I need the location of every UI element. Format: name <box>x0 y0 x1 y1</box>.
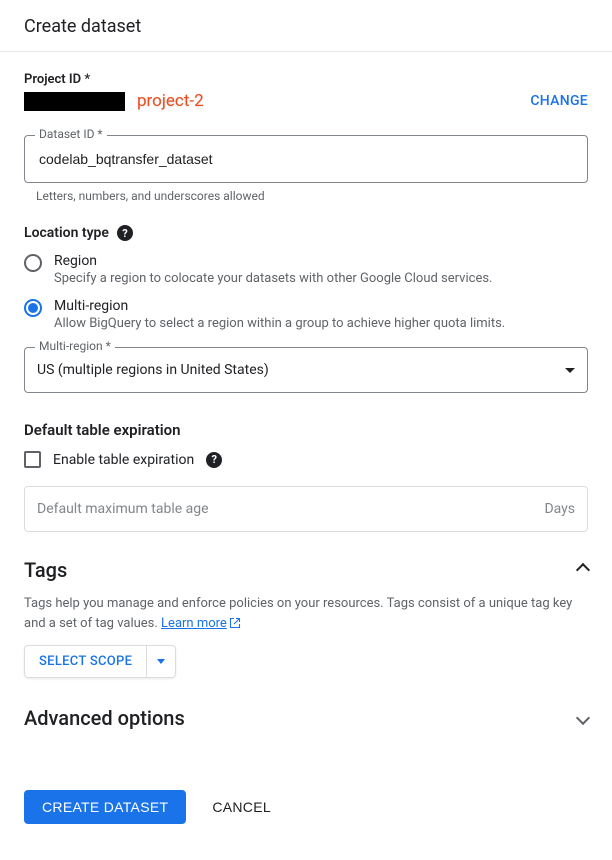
advanced-title: Advanced options <box>24 706 185 730</box>
dataset-id-field[interactable]: Dataset ID * <box>24 135 588 183</box>
enable-expiration-checkbox[interactable] <box>24 451 41 468</box>
expiration-heading: Default table expiration <box>24 421 588 439</box>
multi-region-radio-row[interactable]: Multi-region Allow BigQuery to select a … <box>24 298 588 331</box>
max-table-age-unit: Days <box>544 501 575 517</box>
dialog-title: Create dataset <box>24 16 141 37</box>
region-radio[interactable] <box>24 254 42 272</box>
tags-section-header[interactable]: Tags <box>24 558 588 582</box>
dataset-id-legend: Dataset ID * <box>35 127 107 141</box>
region-radio-text: Region Specify a region to colocate your… <box>54 253 492 286</box>
select-scope-dropdown[interactable] <box>146 646 175 677</box>
region-radio-row[interactable]: Region Specify a region to colocate your… <box>24 253 588 286</box>
external-link-icon <box>229 617 241 629</box>
multi-region-legend: Multi-region * <box>35 339 115 353</box>
help-icon[interactable]: ? <box>117 225 133 241</box>
chevron-down-icon <box>576 711 590 725</box>
change-project-button[interactable]: CHANGE <box>530 93 588 109</box>
advanced-options-header[interactable]: Advanced options <box>24 706 588 730</box>
select-scope-button[interactable]: SELECT SCOPE <box>24 645 176 678</box>
tags-desc-text: Tags help you manage and enforce policie… <box>24 596 572 631</box>
help-icon[interactable]: ? <box>206 452 222 468</box>
max-table-age-placeholder: Default maximum table age <box>37 501 209 517</box>
project-name: project-2 <box>137 91 204 111</box>
multi-region-select[interactable]: Multi-region * US (multiple regions in U… <box>24 347 588 393</box>
tags-title: Tags <box>24 558 67 582</box>
max-table-age-field: Default maximum table age Days <box>24 486 588 532</box>
expiration-checkbox-row[interactable]: Enable table expiration ? <box>24 451 588 468</box>
multi-region-value: US (multiple regions in United States) <box>37 362 269 378</box>
dialog-body: Project ID * project-2 CHANGE Dataset ID… <box>0 52 612 844</box>
tags-description: Tags help you manage and enforce policie… <box>24 594 588 633</box>
dataset-id-input[interactable] <box>37 150 575 168</box>
multi-region-title: Multi-region <box>54 298 505 314</box>
location-type-text: Location type <box>24 225 109 241</box>
cancel-button[interactable]: CANCEL <box>206 798 277 816</box>
dialog-header: Create dataset <box>0 0 612 52</box>
chevron-up-icon <box>576 563 590 577</box>
select-scope-main[interactable]: SELECT SCOPE <box>25 646 146 677</box>
region-title: Region <box>54 253 492 269</box>
dropdown-arrow-icon <box>565 368 575 373</box>
project-row: project-2 CHANGE <box>24 91 588 111</box>
project-left: project-2 <box>24 91 204 111</box>
multi-region-desc: Allow BigQuery to select a region within… <box>54 316 505 331</box>
create-dataset-button[interactable]: CREATE DATASET <box>24 790 186 824</box>
project-id-label: Project ID * <box>24 72 588 87</box>
multi-region-radio-text: Multi-region Allow BigQuery to select a … <box>54 298 505 331</box>
chevron-down-icon <box>157 659 165 664</box>
region-desc: Specify a region to colocate your datase… <box>54 271 492 286</box>
learn-more-link[interactable]: Learn more <box>161 616 241 631</box>
enable-expiration-label: Enable table expiration <box>53 452 194 468</box>
location-radio-group: Region Specify a region to colocate your… <box>24 253 588 331</box>
dialog-actions: CREATE DATASET CANCEL <box>24 790 588 824</box>
location-type-label: Location type ? <box>24 225 588 241</box>
dataset-id-hint: Letters, numbers, and underscores allowe… <box>24 189 588 203</box>
multi-region-radio[interactable] <box>24 299 42 317</box>
project-id-redacted <box>24 92 125 111</box>
